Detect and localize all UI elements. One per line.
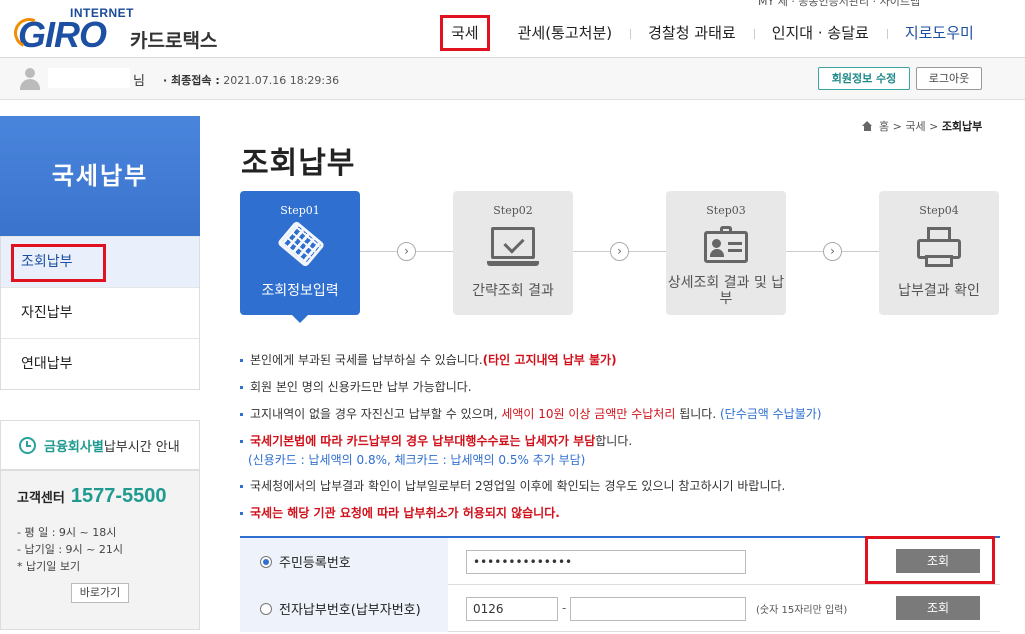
id-card-icon	[704, 226, 748, 263]
clock-icon	[19, 436, 36, 454]
resident-number-input[interactable]: ••••••••••••••	[466, 550, 746, 574]
shortcut-button[interactable]: 바로가기	[71, 583, 129, 603]
list-item-sub: (신용카드 : 납세액의 0.8%, 체크카드 : 납세액의 0.5% 추가 부…	[248, 453, 586, 467]
username-redacted	[48, 68, 130, 88]
gnb-stamp-fee[interactable]: 인지대 · 송달료	[753, 16, 887, 50]
logout-button[interactable]: 로그아웃	[916, 67, 982, 90]
sidebar-item-self-payment[interactable]: 자진납부	[1, 287, 199, 338]
gnb-police-fine[interactable]: 경찰청 과태료	[630, 16, 754, 50]
cs-hours: - 평 일 : 9시 ~ 18시 - 납기일 : 9시 ~ 21시 * 납기일 …	[17, 526, 123, 573]
chevron-right-icon: ›	[610, 242, 629, 261]
cs-label: 고객센터	[17, 491, 65, 506]
sidebar-item-inquiry-payment[interactable]: 조회납부	[1, 236, 199, 287]
form-row-resident-number: 주민등록번호 •••••••••••••• 조회	[240, 536, 1000, 585]
gnb-customs[interactable]: 관세(통고처분)	[500, 16, 631, 50]
step-01: Step01 조회정보입력	[240, 191, 360, 323]
payment-time-notice[interactable]: 금융회사별 납부시간 안내	[0, 420, 200, 470]
logo-giro-text: GIRO	[9, 13, 107, 56]
radio-resident-number[interactable]	[260, 555, 272, 568]
gnb-national-tax[interactable]: 국세	[440, 15, 490, 51]
list-item: 국세는 해당 기관 요청에 따라 납부취소가 허용되지 않습니다.	[240, 500, 1000, 527]
user-name-suffix: 님	[133, 74, 145, 89]
inquiry-form: 주민등록번호 •••••••••••••• 조회 전자납부번호(납부자번호) 0…	[240, 536, 1000, 632]
list-item: 고지내역이 없을 경우 자진신고 납부할 수 있으며, 세액이 10원 이상 금…	[240, 401, 1000, 428]
sidebar-menu: 조회납부 자진납부 연대납부	[0, 236, 200, 390]
edit-profile-button[interactable]: 회원정보 수정	[818, 67, 910, 90]
giro-logo[interactable]: INTERNET GIRO 카드로택스	[9, 6, 238, 55]
printer-icon	[913, 227, 965, 269]
notice-list: 본인에게 부과된 국세를 납부하실 수 있습니다.(타인 고지내역 납부 불가)…	[240, 347, 1000, 527]
avatar-icon	[20, 68, 40, 90]
top-utility-links[interactable]: MY 세 · 공동인증서관리 · 사이트맵	[758, 0, 920, 9]
step-progress: › › › Step01 조회정보입력 Step02 간략조회 결과 Step0…	[240, 191, 1000, 323]
sidebar-title: 국세납부	[0, 116, 200, 236]
form-row-epay-number: 전자납부번호(납부자번호) 0126 - (숫자 15자리만 입력) 조회	[240, 585, 1000, 632]
chevron-right-icon: ›	[823, 242, 842, 261]
epay-number-prefix-input[interactable]: 0126	[466, 597, 558, 621]
inquiry-button-1[interactable]: 조회	[896, 549, 980, 573]
gnb-giro-helper[interactable]: 지로도우미	[886, 16, 992, 50]
list-item: 본인에게 부과된 국세를 납부하실 수 있습니다.(타인 고지내역 납부 불가)	[240, 347, 1000, 374]
highlight-box	[11, 244, 106, 282]
list-item: 국세청에서의 납부결과 확인이 납부일로부터 2영업일 이후에 확인되는 경우도…	[240, 473, 1000, 500]
last-login: · 최종접속 : 2021.07.16 18:29:36	[163, 74, 340, 87]
epay-number-input[interactable]	[570, 597, 746, 621]
cs-phone: 1577-5500	[70, 485, 167, 507]
user-bar: 님 · 최종접속 : 2021.07.16 18:29:36 회원정보 수정 로…	[0, 58, 1025, 100]
breadcrumb: 홈 > 국세 > 조회납부	[862, 118, 982, 134]
logo-cardtax-text: 카드로택스	[130, 30, 218, 52]
step-02: Step02 간략조회 결과	[453, 191, 573, 315]
sidebar-item-joint-payment[interactable]: 연대납부	[1, 338, 199, 389]
global-nav: 국세 관세(통고처분) 경찰청 과태료 인지대 · 송달료 지로도우미	[440, 14, 992, 52]
chevron-right-icon: ›	[397, 242, 416, 261]
step-03: Step03 상세조회 결과 및 납부	[666, 191, 786, 315]
keyboard-icon	[276, 220, 326, 268]
inquiry-button-2[interactable]: 조회	[896, 596, 980, 620]
radio-epay-number[interactable]	[260, 602, 272, 615]
input-hint: (숫자 15자리만 입력)	[756, 605, 848, 616]
header: MY 세 · 공동인증서관리 · 사이트맵 INTERNET GIRO 카드로택…	[0, 0, 1025, 58]
page-title: 조회납부	[241, 146, 356, 181]
home-icon[interactable]	[862, 121, 873, 131]
customer-center: 고객센터 1577-5500 - 평 일 : 9시 ~ 18시 - 납기일 : 9…	[0, 470, 200, 630]
list-item: 회원 본인 명의 신용카드만 납부 가능합니다.	[240, 374, 1000, 401]
monitor-check-icon	[491, 227, 535, 259]
step-04: Step04 납부결과 확인	[879, 191, 999, 315]
